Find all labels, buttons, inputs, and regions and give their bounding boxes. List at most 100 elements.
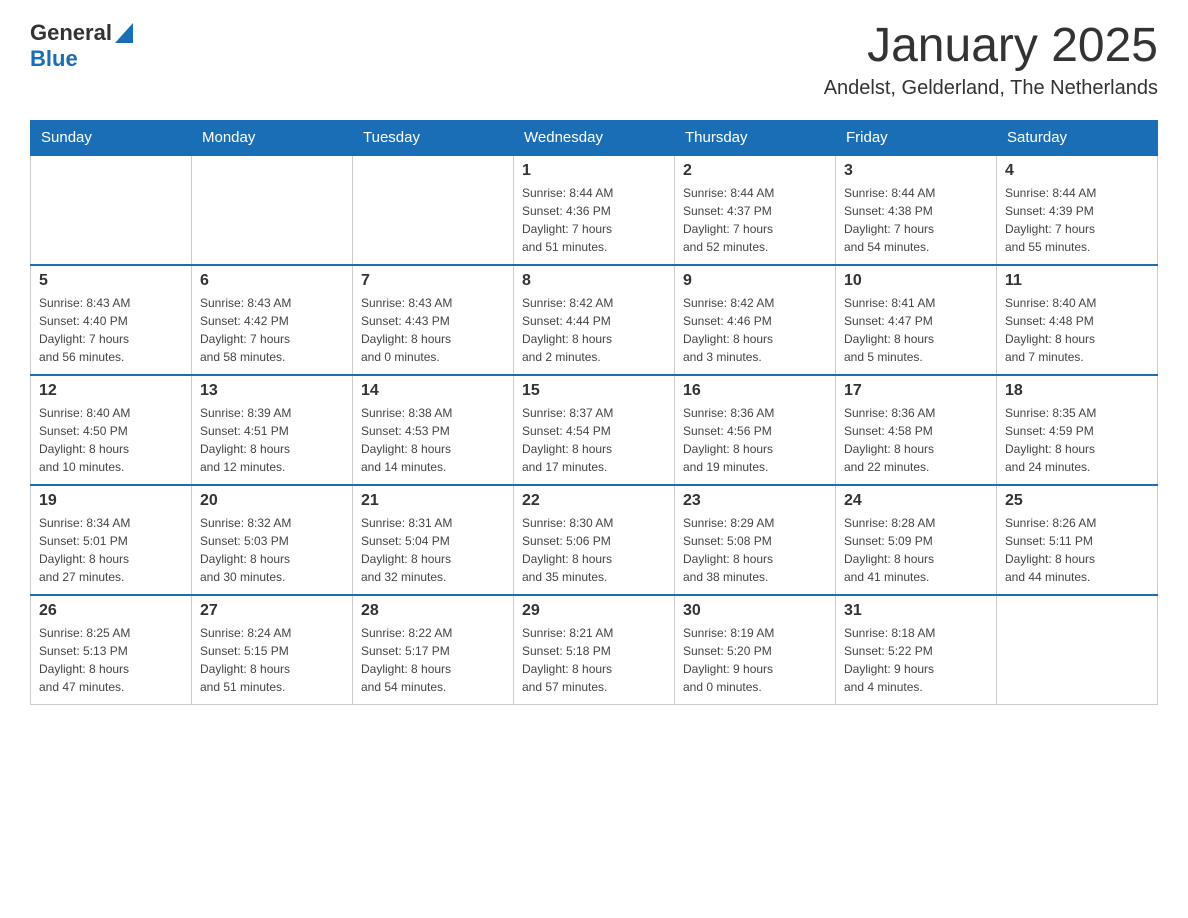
calendar-cell: 23 Sunrise: 8:29 AM Sunset: 5:08 PM Dayli… — [675, 485, 836, 595]
day-info: Sunrise: 8:18 AM Sunset: 5:22 PM Dayligh… — [844, 624, 988, 696]
calendar-cell: 21Sunrise: 8:31 AM Sunset: 5:04 PM Dayli… — [353, 485, 514, 595]
calendar-cell: 11Sunrise: 8:40 AM Sunset: 4:48 PM Dayli… — [997, 265, 1158, 375]
day-number: 19 — [39, 492, 183, 510]
day-info: Sunrise: 8:43 AM Sunset: 4:42 PM Dayligh… — [200, 294, 344, 366]
day-number: 7 — [361, 272, 505, 290]
day-info: Sunrise: 8:32 AM Sunset: 5:03 PM Dayligh… — [200, 514, 344, 586]
day-info: Sunrise: 8:41 AM Sunset: 4:47 PM Dayligh… — [844, 294, 988, 366]
page-header: General Blue January 2025 Andelst, Gelde… — [30, 20, 1158, 100]
day-header-thursday: Thursday — [675, 120, 836, 155]
logo-arrow-icon — [115, 23, 133, 43]
day-info: Sunrise: 8:28 AM Sunset: 5:09 PM Dayligh… — [844, 514, 988, 586]
day-info: Sunrise: 8:44 AM Sunset: 4:37 PM Dayligh… — [683, 184, 827, 256]
day-number: 26 — [39, 602, 183, 620]
calendar-cell: 17 Sunrise: 8:36 AM Sunset: 4:58 PM Dayli… — [836, 375, 997, 485]
day-number: 23 — [683, 492, 827, 510]
day-number: 20 — [200, 492, 344, 510]
day-number: 22 — [522, 492, 666, 510]
logo: General Blue — [30, 20, 133, 72]
day-header-sunday: Sunday — [31, 120, 192, 155]
day-header-friday: Friday — [836, 120, 997, 155]
calendar-cell: 29Sunrise: 8:21 AM Sunset: 5:18 PM Dayli… — [514, 595, 675, 705]
calendar-cell: 13 Sunrise: 8:39 AM Sunset: 4:51 PM Dayli… — [192, 375, 353, 485]
calendar-cell: 14Sunrise: 8:38 AM Sunset: 4:53 PM Dayli… — [353, 375, 514, 485]
day-info: Sunrise: 8:24 AM Sunset: 5:15 PM Dayligh… — [200, 624, 344, 696]
day-number: 3 — [844, 162, 988, 180]
day-info: Sunrise: 8:19 AM Sunset: 5:20 PM Dayligh… — [683, 624, 827, 696]
calendar-header-row: SundayMondayTuesdayWednesdayThursdayFrid… — [31, 120, 1158, 155]
calendar-cell: 31 Sunrise: 8:18 AM Sunset: 5:22 PM Dayli… — [836, 595, 997, 705]
day-number: 1 — [522, 162, 666, 180]
week-row-3: 12Sunrise: 8:40 AM Sunset: 4:50 PM Dayli… — [31, 375, 1158, 485]
day-number: 10 — [844, 272, 988, 290]
calendar-cell: 5Sunrise: 8:43 AM Sunset: 4:40 PM Daylig… — [31, 265, 192, 375]
day-info: Sunrise: 8:36 AM Sunset: 4:58 PM Dayligh… — [844, 404, 988, 476]
day-number: 31 — [844, 602, 988, 620]
day-number: 4 — [1005, 162, 1149, 180]
calendar-title: January 2025 — [824, 20, 1158, 73]
day-info: Sunrise: 8:42 AM Sunset: 4:44 PM Dayligh… — [522, 294, 666, 366]
day-info: Sunrise: 8:26 AM Sunset: 5:11 PM Dayligh… — [1005, 514, 1149, 586]
calendar-cell: 19 Sunrise: 8:34 AM Sunset: 5:01 PM Dayli… — [31, 485, 192, 595]
day-number: 13 — [200, 382, 344, 400]
day-info: Sunrise: 8:44 AM Sunset: 4:38 PM Dayligh… — [844, 184, 988, 256]
calendar-cell: 18 Sunrise: 8:35 AM Sunset: 4:59 PM Dayli… — [997, 375, 1158, 485]
day-number: 30 — [683, 602, 827, 620]
day-header-saturday: Saturday — [997, 120, 1158, 155]
day-info: Sunrise: 8:29 AM Sunset: 5:08 PM Dayligh… — [683, 514, 827, 586]
calendar-cell: 2 Sunrise: 8:44 AM Sunset: 4:37 PM Daylig… — [675, 155, 836, 265]
day-number: 28 — [361, 602, 505, 620]
calendar-cell: 9 Sunrise: 8:42 AM Sunset: 4:46 PM Daylig… — [675, 265, 836, 375]
week-row-2: 5Sunrise: 8:43 AM Sunset: 4:40 PM Daylig… — [31, 265, 1158, 375]
calendar-cell: 10 Sunrise: 8:41 AM Sunset: 4:47 PM Dayli… — [836, 265, 997, 375]
day-info: Sunrise: 8:37 AM Sunset: 4:54 PM Dayligh… — [522, 404, 666, 476]
calendar-cell: 30 Sunrise: 8:19 AM Sunset: 5:20 PM Dayli… — [675, 595, 836, 705]
calendar-cell: 20 Sunrise: 8:32 AM Sunset: 5:03 PM Dayli… — [192, 485, 353, 595]
day-info: Sunrise: 8:43 AM Sunset: 4:43 PM Dayligh… — [361, 294, 505, 366]
day-number: 17 — [844, 382, 988, 400]
calendar-cell: 6 Sunrise: 8:43 AM Sunset: 4:42 PM Daylig… — [192, 265, 353, 375]
calendar-table: SundayMondayTuesdayWednesdayThursdayFrid… — [30, 120, 1158, 706]
calendar-cell: 25 Sunrise: 8:26 AM Sunset: 5:11 PM Dayli… — [997, 485, 1158, 595]
day-info: Sunrise: 8:21 AM Sunset: 5:18 PM Dayligh… — [522, 624, 666, 696]
week-row-1: 1 Sunrise: 8:44 AM Sunset: 4:36 PM Daylig… — [31, 155, 1158, 265]
day-number: 9 — [683, 272, 827, 290]
calendar-cell: 4 Sunrise: 8:44 AM Sunset: 4:39 PM Daylig… — [997, 155, 1158, 265]
day-number: 11 — [1005, 272, 1149, 290]
day-number: 14 — [361, 382, 505, 400]
day-number: 6 — [200, 272, 344, 290]
calendar-cell: 28Sunrise: 8:22 AM Sunset: 5:17 PM Dayli… — [353, 595, 514, 705]
day-info: Sunrise: 8:44 AM Sunset: 4:36 PM Dayligh… — [522, 184, 666, 256]
day-number: 27 — [200, 602, 344, 620]
calendar-cell: 22 Sunrise: 8:30 AM Sunset: 5:06 PM Dayli… — [514, 485, 675, 595]
day-number: 8 — [522, 272, 666, 290]
calendar-cell: 3 Sunrise: 8:44 AM Sunset: 4:38 PM Daylig… — [836, 155, 997, 265]
logo-general-text: General — [30, 20, 112, 46]
day-number: 2 — [683, 162, 827, 180]
calendar-cell: 27 Sunrise: 8:24 AM Sunset: 5:15 PM Dayli… — [192, 595, 353, 705]
calendar-cell — [353, 155, 514, 265]
title-block: January 2025 Andelst, Gelderland, The Ne… — [824, 20, 1158, 100]
day-number: 24 — [844, 492, 988, 510]
calendar-cell — [192, 155, 353, 265]
calendar-cell — [997, 595, 1158, 705]
day-info: Sunrise: 8:34 AM Sunset: 5:01 PM Dayligh… — [39, 514, 183, 586]
calendar-subtitle: Andelst, Gelderland, The Netherlands — [824, 77, 1158, 100]
day-info: Sunrise: 8:31 AM Sunset: 5:04 PM Dayligh… — [361, 514, 505, 586]
day-number: 18 — [1005, 382, 1149, 400]
day-info: Sunrise: 8:42 AM Sunset: 4:46 PM Dayligh… — [683, 294, 827, 366]
week-row-4: 19 Sunrise: 8:34 AM Sunset: 5:01 PM Dayli… — [31, 485, 1158, 595]
day-number: 5 — [39, 272, 183, 290]
day-info: Sunrise: 8:44 AM Sunset: 4:39 PM Dayligh… — [1005, 184, 1149, 256]
day-info: Sunrise: 8:39 AM Sunset: 4:51 PM Dayligh… — [200, 404, 344, 476]
day-info: Sunrise: 8:30 AM Sunset: 5:06 PM Dayligh… — [522, 514, 666, 586]
day-info: Sunrise: 8:25 AM Sunset: 5:13 PM Dayligh… — [39, 624, 183, 696]
calendar-cell: 8 Sunrise: 8:42 AM Sunset: 4:44 PM Daylig… — [514, 265, 675, 375]
day-info: Sunrise: 8:36 AM Sunset: 4:56 PM Dayligh… — [683, 404, 827, 476]
week-row-5: 26 Sunrise: 8:25 AM Sunset: 5:13 PM Dayli… — [31, 595, 1158, 705]
calendar-cell: 12Sunrise: 8:40 AM Sunset: 4:50 PM Dayli… — [31, 375, 192, 485]
day-header-tuesday: Tuesday — [353, 120, 514, 155]
calendar-cell: 15Sunrise: 8:37 AM Sunset: 4:54 PM Dayli… — [514, 375, 675, 485]
day-number: 25 — [1005, 492, 1149, 510]
day-info: Sunrise: 8:35 AM Sunset: 4:59 PM Dayligh… — [1005, 404, 1149, 476]
